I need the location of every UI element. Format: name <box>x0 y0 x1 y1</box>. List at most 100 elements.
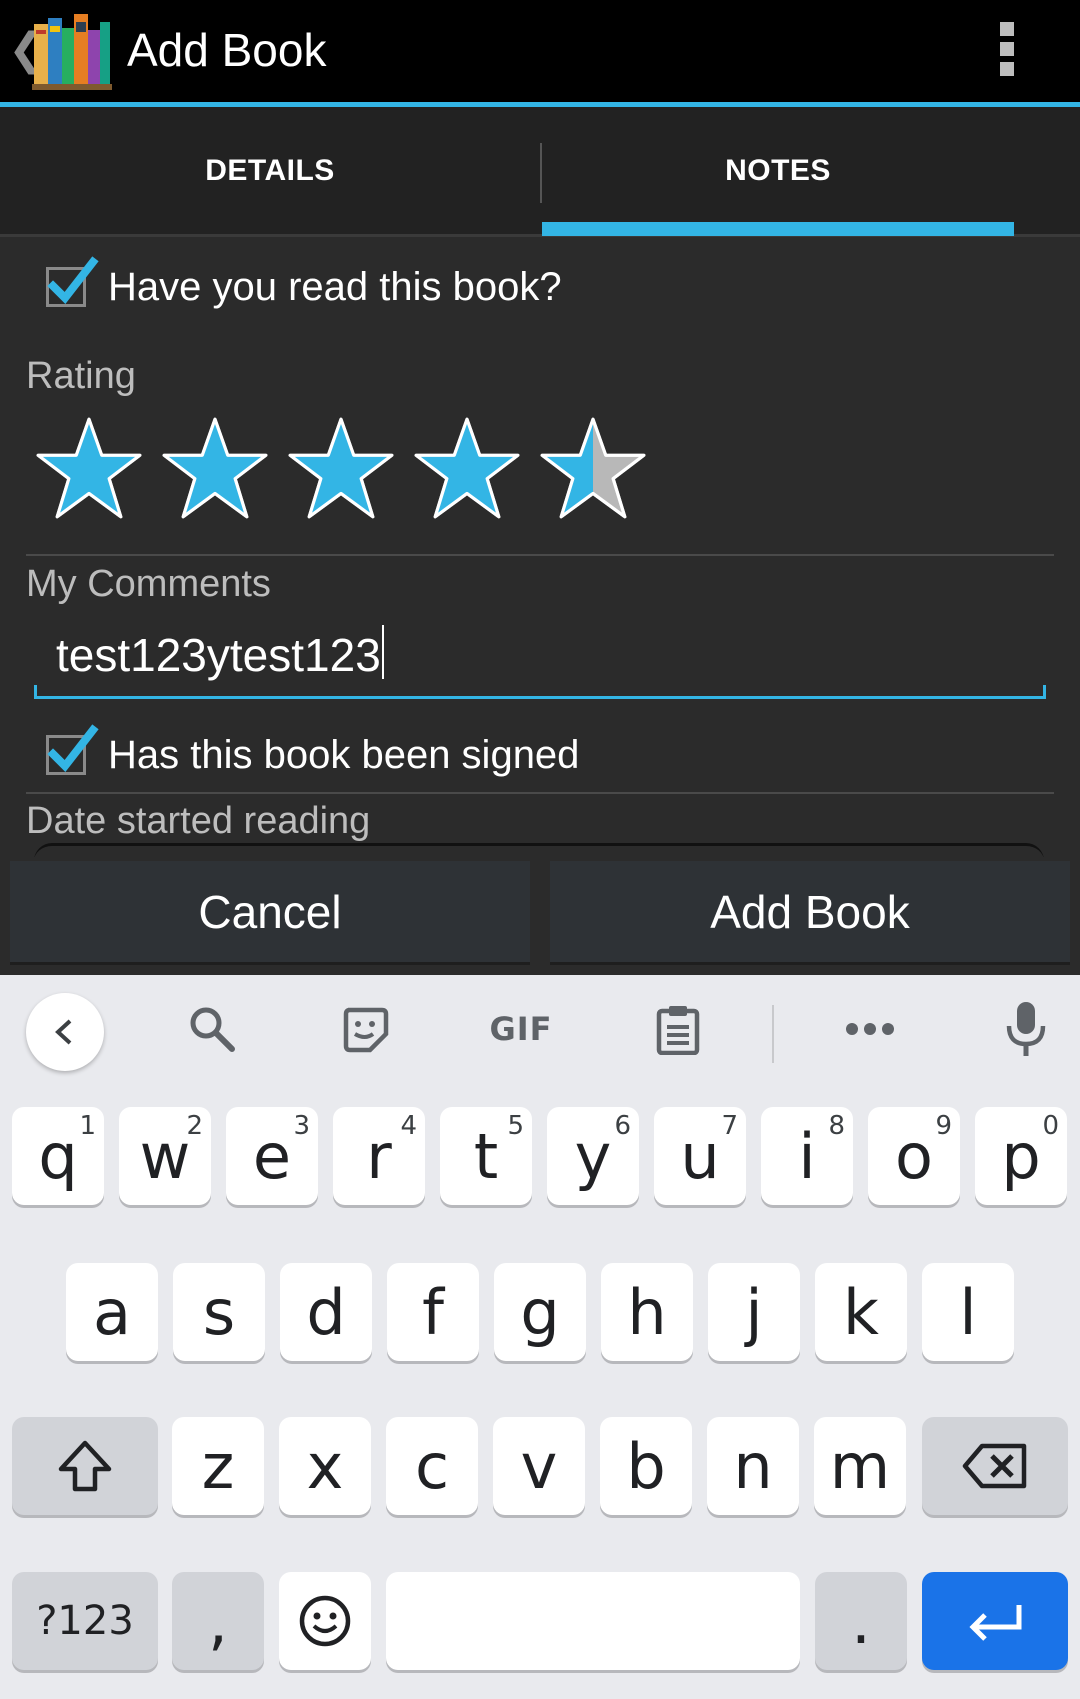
symbols-key[interactable]: ?123 <box>12 1572 158 1670</box>
key-p-label: p <box>1001 1119 1041 1193</box>
key-w[interactable]: w2 <box>119 1107 211 1205</box>
key-r[interactable]: r4 <box>333 1107 425 1205</box>
signed-checkbox-row[interactable]: Has this book been signed <box>46 724 579 785</box>
comma-key[interactable]: , <box>172 1572 264 1670</box>
key-t-hint: 5 <box>507 1111 524 1141</box>
key-u[interactable]: u7 <box>654 1107 746 1205</box>
key-s[interactable]: s <box>173 1263 265 1361</box>
more-icon[interactable] <box>838 997 902 1061</box>
key-h[interactable]: h <box>601 1263 693 1361</box>
comments-label: My Comments <box>26 563 271 605</box>
key-t[interactable]: t5 <box>440 1107 532 1205</box>
enter-key[interactable] <box>922 1572 1068 1670</box>
period-key[interactable]: . <box>815 1572 907 1670</box>
key-r-hint: 4 <box>400 1111 417 1141</box>
key-v[interactable]: v <box>493 1417 585 1515</box>
comments-input-underline <box>34 685 1046 699</box>
action-bar: ❮ Add Book <box>0 0 1080 107</box>
key-j-label: j <box>745 1275 763 1349</box>
toolbar-divider <box>772 1005 774 1063</box>
space-key[interactable] <box>386 1572 800 1670</box>
key-n[interactable]: n <box>707 1417 799 1515</box>
read-checkbox-row[interactable]: Have you read this book? <box>46 256 562 317</box>
key-y[interactable]: y6 <box>547 1107 639 1205</box>
mic-icon[interactable] <box>994 997 1058 1061</box>
key-i[interactable]: i8 <box>761 1107 853 1205</box>
rating-star-icon[interactable] <box>414 415 520 521</box>
date-started-picker[interactable] <box>34 843 1044 857</box>
key-o-label: o <box>895 1119 933 1193</box>
key-z-label: z <box>201 1429 235 1503</box>
key-h-label: h <box>627 1275 667 1349</box>
key-e-hint: 3 <box>293 1111 310 1141</box>
key-l[interactable]: l <box>922 1263 1014 1361</box>
emoji-icon <box>299 1595 351 1647</box>
comments-input[interactable]: test123ytest123 <box>56 625 384 682</box>
key-c[interactable]: c <box>386 1417 478 1515</box>
key-y-hint: 6 <box>614 1111 631 1141</box>
key-e[interactable]: e3 <box>226 1107 318 1205</box>
key-u-label: u <box>680 1119 720 1193</box>
cancel-button[interactable]: Cancel <box>10 861 530 965</box>
enter-icon <box>969 1605 1022 1641</box>
backspace-icon <box>962 1443 1027 1489</box>
tab-bar: DETAILS NOTES <box>0 107 1080 237</box>
rating-star-icon[interactable] <box>540 415 646 521</box>
emoji-key[interactable] <box>279 1572 371 1670</box>
key-k[interactable]: k <box>815 1263 907 1361</box>
divider <box>26 792 1054 794</box>
add-book-button[interactable]: Add Book <box>550 861 1070 965</box>
key-e-label: e <box>252 1119 292 1193</box>
tab-details[interactable]: DETAILS <box>0 107 540 234</box>
checkmark-icon <box>47 256 99 305</box>
key-t-label: t <box>473 1119 499 1193</box>
gif-button[interactable]: GIF <box>486 997 556 1061</box>
rating-bar[interactable] <box>36 415 666 521</box>
key-b-label: b <box>626 1429 666 1503</box>
key-o-hint: 9 <box>935 1111 952 1141</box>
key-g[interactable]: g <box>494 1263 586 1361</box>
key-q[interactable]: q1 <box>12 1107 104 1205</box>
key-p-hint: 0 <box>1042 1111 1059 1141</box>
clipboard-icon[interactable] <box>646 997 710 1061</box>
symbols-key-label: ?123 <box>36 1598 134 1644</box>
key-o[interactable]: o9 <box>868 1107 960 1205</box>
rating-star-icon[interactable] <box>288 415 394 521</box>
read-checkbox[interactable] <box>46 256 99 307</box>
key-a[interactable]: a <box>66 1263 158 1361</box>
keyboard-toolbar: GIF <box>0 975 1080 1085</box>
key-r-label: r <box>366 1119 392 1193</box>
key-m-label: m <box>829 1429 891 1503</box>
key-c-label: c <box>414 1429 450 1503</box>
soft-keyboard: GIF q1w2e3r4t5y6u7i8o9p0asdfghjklzxcvbnm… <box>0 975 1080 1699</box>
key-w-label: w <box>139 1119 191 1193</box>
overflow-menu-icon[interactable] <box>996 22 1018 82</box>
key-i-hint: 8 <box>828 1111 845 1141</box>
tab-selected-indicator <box>542 222 1014 236</box>
backspace-key[interactable] <box>922 1417 1068 1515</box>
key-m[interactable]: m <box>814 1417 906 1515</box>
rating-star-icon[interactable] <box>162 415 268 521</box>
rating-star-icon[interactable] <box>36 415 142 521</box>
key-p[interactable]: p0 <box>975 1107 1067 1205</box>
shift-key[interactable] <box>12 1417 158 1515</box>
key-n-label: n <box>733 1429 773 1503</box>
key-u-hint: 7 <box>721 1111 738 1141</box>
key-j[interactable]: j <box>708 1263 800 1361</box>
sticker-icon[interactable] <box>333 997 397 1061</box>
key-f[interactable]: f <box>387 1263 479 1361</box>
key-x[interactable]: x <box>279 1417 371 1515</box>
key-z[interactable]: z <box>172 1417 264 1515</box>
back-icon[interactable] <box>26 993 104 1071</box>
notes-form: Have you read this book? Rating My Comme… <box>0 237 1080 857</box>
key-d[interactable]: d <box>280 1263 372 1361</box>
search-icon[interactable] <box>180 997 244 1061</box>
tab-notes[interactable]: NOTES <box>542 107 1014 234</box>
signed-checkbox[interactable] <box>46 724 99 775</box>
button-bar: Cancel Add Book <box>0 857 1080 975</box>
key-b[interactable]: b <box>600 1417 692 1515</box>
books-logo-icon[interactable] <box>32 10 112 90</box>
date-started-label: Date started reading <box>26 800 371 842</box>
key-x-label: x <box>306 1429 344 1503</box>
shift-icon <box>58 1440 112 1492</box>
